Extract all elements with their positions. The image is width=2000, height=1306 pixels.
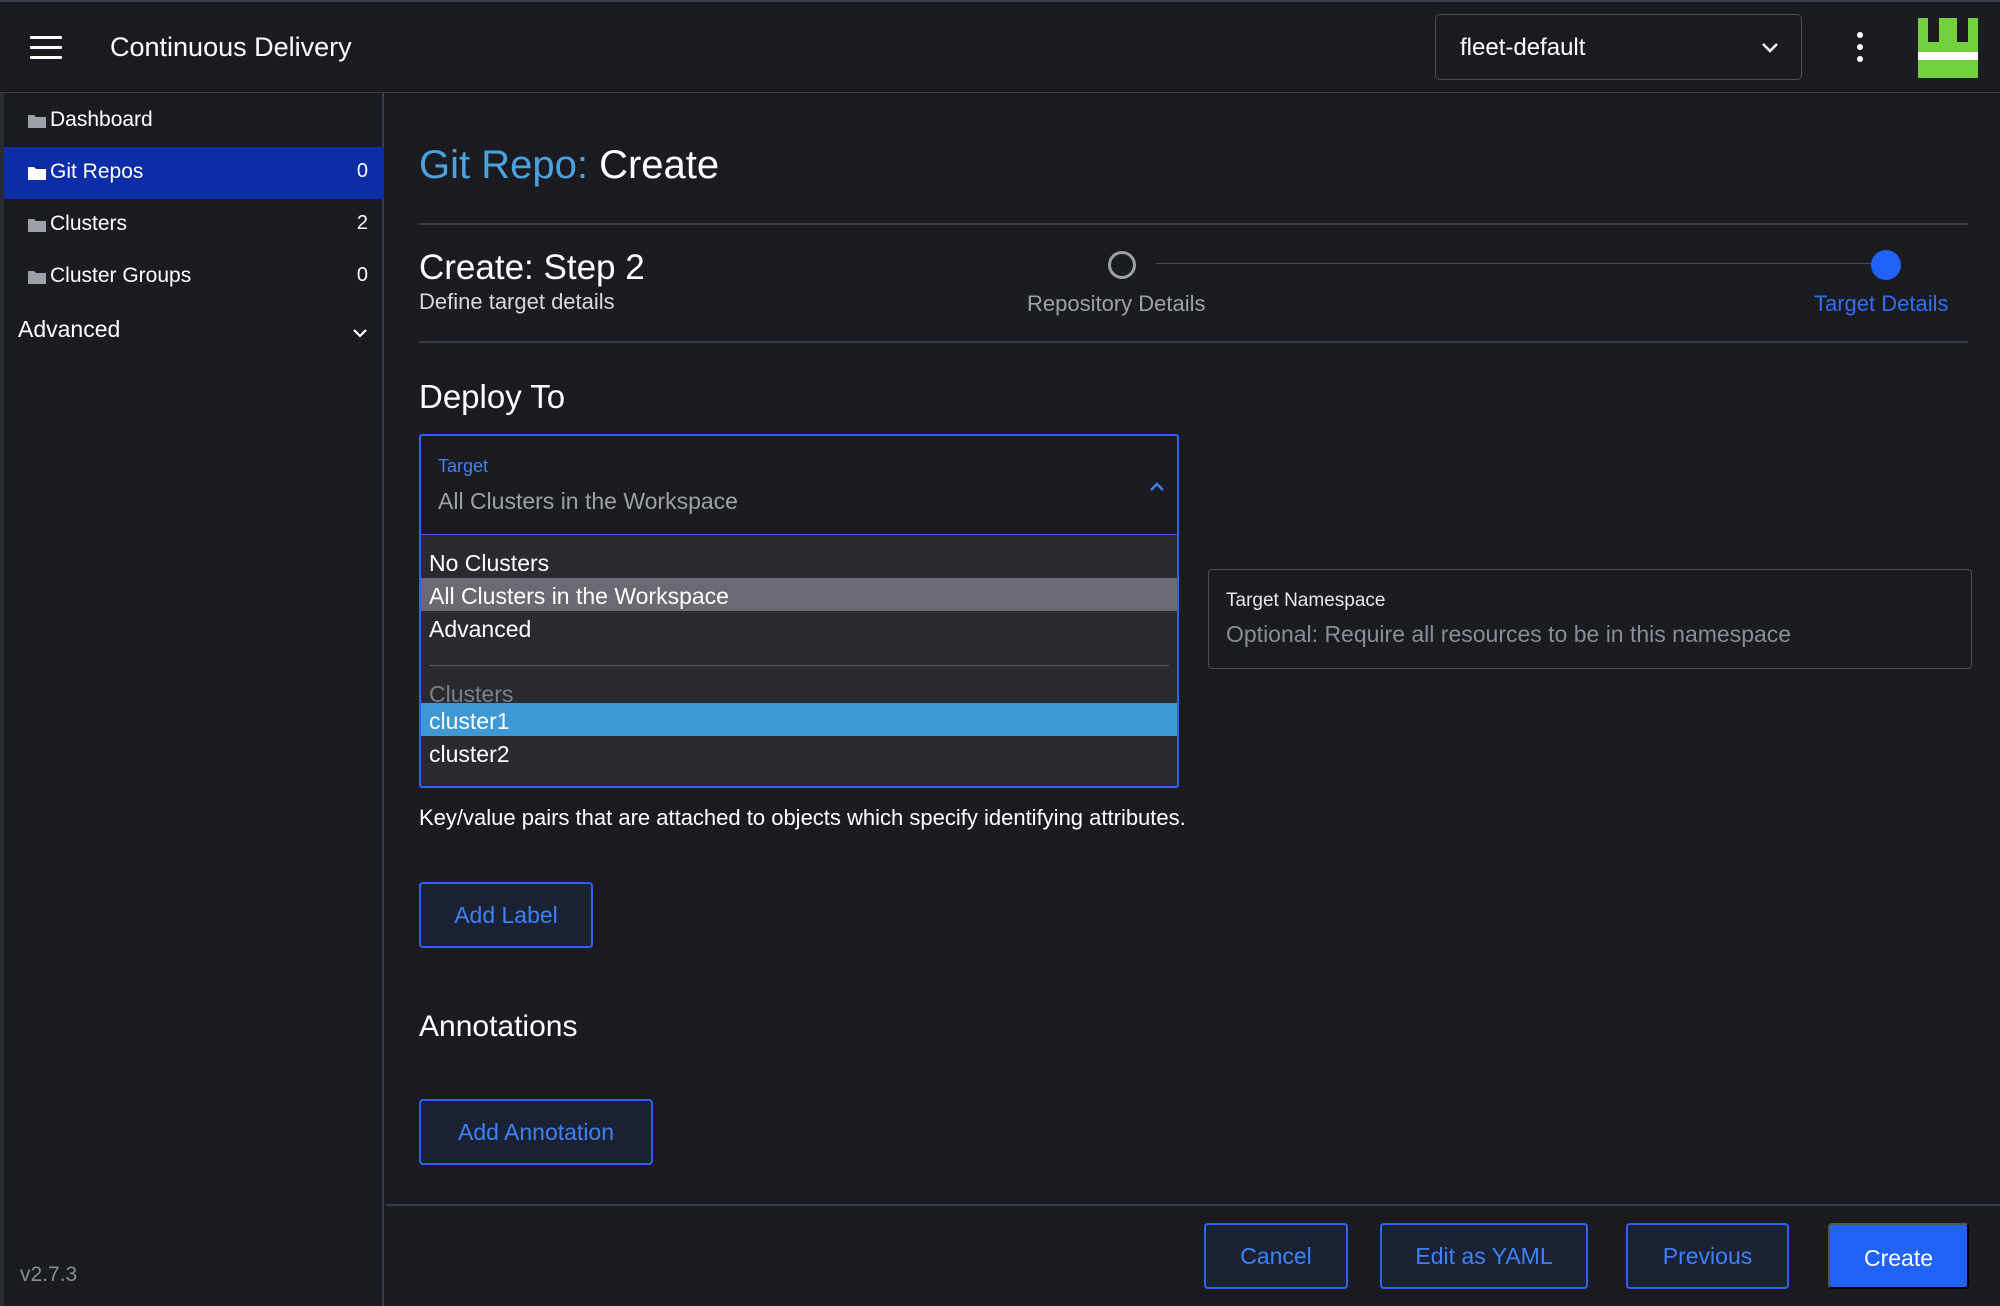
version-label: v2.7.3 xyxy=(20,1263,78,1286)
dropdown-option-cluster1[interactable]: cluster1 xyxy=(421,703,1177,736)
sidebar-item-label: Git Repos xyxy=(50,160,144,183)
folder-icon xyxy=(28,270,46,289)
target-namespace-placeholder: Optional: Require all resources to be in… xyxy=(1226,621,1792,647)
sidebar-item-dashboard[interactable]: Dashboard xyxy=(4,95,384,147)
fleet-logo[interactable] xyxy=(1918,18,1978,78)
sidebar-item-label: Cluster Groups xyxy=(50,264,192,287)
step-title: Create: Step 2 xyxy=(419,248,645,287)
sidebar-group-label: Advanced xyxy=(18,316,121,342)
divider xyxy=(419,341,1968,343)
wizard-progress-line xyxy=(1156,263,1871,264)
sidebar-item-cluster-groups[interactable]: Cluster Groups 0 xyxy=(4,251,384,303)
page-title-current: Create xyxy=(599,143,720,187)
sidebar-item-count: 0 xyxy=(356,160,368,182)
top-header: Continuous Delivery fleet-default xyxy=(0,0,2000,93)
sidebar-item-clusters[interactable]: Clusters 2 xyxy=(4,199,384,251)
dropdown-option-cluster2[interactable]: cluster2 xyxy=(421,736,1177,769)
sidebar-item-git-repos[interactable]: Git Repos 0 xyxy=(4,147,384,199)
dropdown-option-advanced[interactable]: Advanced xyxy=(421,611,1177,644)
wizard-step-label-active[interactable]: Target Details xyxy=(1814,291,1949,317)
previous-button[interactable]: Previous xyxy=(1626,1223,1789,1289)
wizard-step-label[interactable]: Repository Details xyxy=(1027,291,1206,317)
target-namespace-field[interactable]: Target Namespace Optional: Require all r… xyxy=(1208,569,1972,669)
folder-icon xyxy=(28,166,46,185)
sidebar-item-label: Clusters xyxy=(50,212,128,235)
folder-icon xyxy=(28,114,46,133)
step-subtitle: Define target details xyxy=(419,289,615,314)
dropdown-separator xyxy=(429,665,1169,666)
target-select-label: Target xyxy=(438,456,489,476)
add-annotation-button[interactable]: Add Annotation xyxy=(419,1099,653,1165)
wizard-step-target-details[interactable] xyxy=(1871,250,1901,280)
sidebar: Dashboard Git Repos 0 Clusters 2 Cluster… xyxy=(0,93,384,1306)
kebab-menu-icon[interactable] xyxy=(1850,32,1870,64)
page-title: Git Repo: Create xyxy=(419,143,719,188)
dropdown-option-no-clusters[interactable]: No Clusters xyxy=(421,545,1177,578)
breadcrumb-link[interactable]: Git Repo: xyxy=(419,143,588,187)
sidebar-item-count: 2 xyxy=(356,212,368,234)
sidebar-item-count: 0 xyxy=(356,264,368,286)
footer-divider xyxy=(386,1204,2000,1206)
target-namespace-label: Target Namespace xyxy=(1226,590,1386,611)
chevron-up-icon xyxy=(1147,480,1167,499)
hamburger-menu-icon[interactable] xyxy=(30,36,62,60)
create-button[interactable]: Create xyxy=(1828,1223,1969,1289)
app-title: Continuous Delivery xyxy=(110,32,352,62)
sidebar-item-label: Dashboard xyxy=(50,108,153,131)
section-title-annotations: Annotations xyxy=(419,1010,578,1043)
workspace-select-value: fleet-default xyxy=(1460,34,1586,61)
edit-as-yaml-button[interactable]: Edit as YAML xyxy=(1380,1223,1588,1289)
cancel-button[interactable]: Cancel xyxy=(1204,1223,1348,1289)
section-title-deploy-to: Deploy To xyxy=(419,378,566,415)
target-dropdown-menu: No Clusters All Clusters in the Workspac… xyxy=(419,535,1179,788)
wizard-step-repository-details[interactable] xyxy=(1108,251,1136,279)
target-select-value: All Clusters in the Workspace xyxy=(438,488,738,514)
sidebar-group-advanced[interactable]: Advanced xyxy=(4,303,384,355)
add-label-button[interactable]: Add Label xyxy=(419,882,593,948)
workspace-select[interactable]: fleet-default xyxy=(1435,14,1802,80)
chevron-down-icon xyxy=(352,325,368,343)
folder-icon xyxy=(28,218,46,237)
chevron-down-icon xyxy=(1761,41,1779,59)
dropdown-option-all-clusters[interactable]: All Clusters in the Workspace xyxy=(421,578,1177,611)
divider xyxy=(419,223,1968,225)
target-select[interactable]: Target All Clusters in the Workspace xyxy=(419,434,1179,535)
labels-description: Key/value pairs that are attached to obj… xyxy=(419,805,1186,830)
main-content: Git Repo: Create Create: Step 2 Define t… xyxy=(386,93,2000,1306)
